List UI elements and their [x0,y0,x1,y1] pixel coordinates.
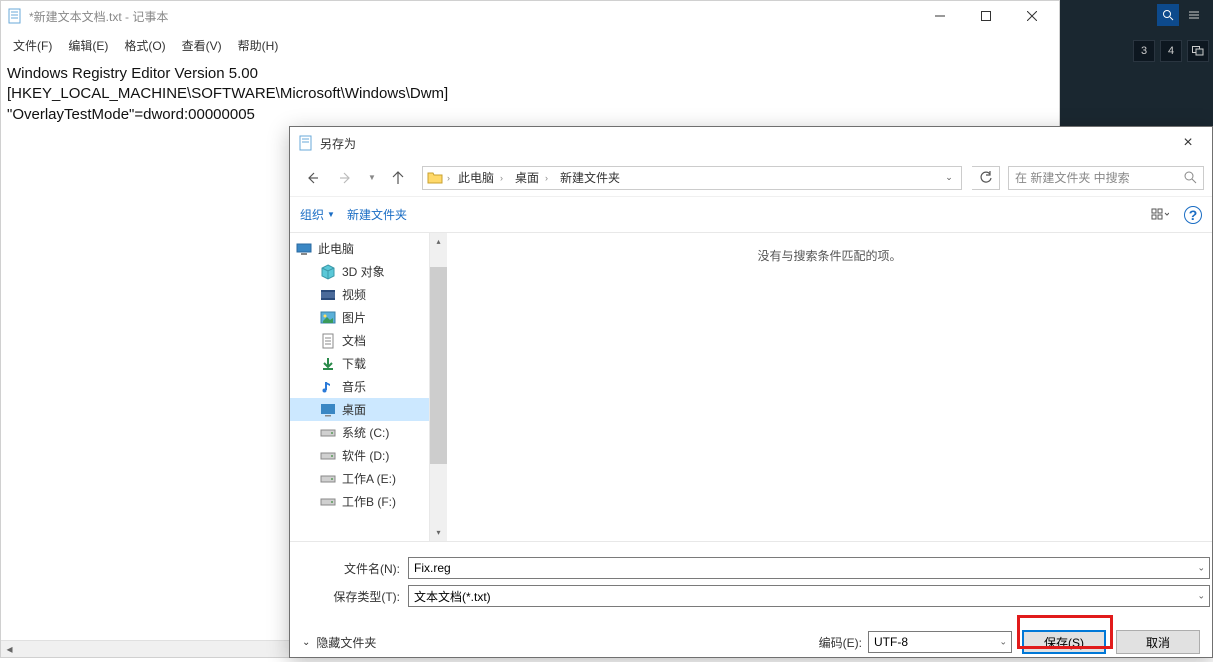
chevron-down-icon: ⌄ [302,637,310,648]
tree-item[interactable]: 工作A (E:) [290,467,429,490]
dialog-title: 另存为 [320,135,1168,152]
breadcrumb[interactable]: 新建文件夹 [554,169,626,186]
pc-icon [296,241,312,257]
encoding-label: 编码(E): [819,634,862,651]
tree-scrollbar[interactable]: ▴ ▾ [430,233,447,541]
encoding-select[interactable]: UTF-8⌄ [868,631,1012,653]
tree-item[interactable]: 软件 (D:) [290,444,429,467]
nav-bar: ▼ › 此电脑› 桌面› 新建文件夹 ⌄ 在 新建文件夹 中搜索 [290,159,1212,197]
cube-icon [320,264,336,280]
notepad-titlebar[interactable]: *新建文本文档.txt - 记事本 [1,1,1059,31]
file-list[interactable]: 没有与搜索条件匹配的项。 [447,233,1212,541]
dialog-body: 此电脑 3D 对象视频图片文档下载音乐桌面系统 (C:)软件 (D:)工作A (… [290,233,1212,541]
desktop-tiles: 3 4 [1129,36,1213,66]
tree-item[interactable]: 音乐 [290,375,429,398]
close-button[interactable] [1009,1,1055,31]
window-controls [917,1,1055,31]
cancel-button[interactable]: 取消 [1116,630,1200,654]
tree-item[interactable]: 视频 [290,283,429,306]
chevron-down-icon[interactable]: ⌄ [1197,563,1205,574]
maximize-button[interactable] [963,1,1009,31]
tree-item[interactable]: 图片 [290,306,429,329]
menu-format[interactable]: 格式(O) [116,33,173,58]
video-icon [320,287,336,303]
tree-item[interactable]: 工作B (F:) [290,490,429,513]
tree-item[interactable]: 系统 (C:) [290,421,429,444]
notepad-content[interactable]: Windows Registry Editor Version 5.00 [HK… [1,60,1059,129]
notepad-title: *新建文本文档.txt - 记事本 [29,8,917,25]
menu-file[interactable]: 文件(F) [5,33,60,58]
dark-panel: 3 4 [1060,0,1213,128]
refresh-button[interactable] [972,166,1000,190]
desktop-tile[interactable]: 3 [1133,40,1155,62]
breadcrumb[interactable]: 桌面› [509,169,554,186]
save-button[interactable]: 保存(S) [1022,630,1106,654]
minimize-button[interactable] [917,1,963,31]
drive-icon [320,471,336,487]
new-folder-button[interactable]: 新建文件夹 [347,206,407,223]
desktop-tile[interactable]: 4 [1160,40,1182,62]
back-button[interactable] [298,164,326,192]
notepad-icon [7,8,23,24]
music-icon [320,379,336,395]
forward-button[interactable] [332,164,360,192]
tree-root[interactable]: 此电脑 [290,237,429,260]
chevron-down-icon[interactable]: ⌄ [939,172,959,183]
scroll-thumb[interactable] [430,267,447,464]
chevron-down-icon[interactable]: ⌄ [1197,591,1205,602]
search-placeholder: 在 新建文件夹 中搜索 [1015,169,1178,186]
menu-edit[interactable]: 编辑(E) [60,33,116,58]
close-icon[interactable]: × [1168,129,1208,157]
menu-bar: 文件(F) 编辑(E) 格式(O) 查看(V) 帮助(H) [1,31,1059,60]
drive-icon [320,494,336,510]
drive-icon [320,448,336,464]
drive-icon [320,425,336,441]
tree-item[interactable]: 文档 [290,329,429,352]
folder-icon [425,168,445,188]
tree-item[interactable]: 桌面 [290,398,429,421]
desktop-icon [320,402,336,418]
tree-item[interactable]: 下载 [290,352,429,375]
search-icon [1184,171,1197,184]
desktop-tile-icon[interactable] [1187,40,1209,62]
menu-view[interactable]: 查看(V) [174,33,230,58]
dialog-footer: ⌄ 隐藏文件夹 编码(E): UTF-8⌄ 保存(S) 取消 [290,610,1212,662]
hide-folders-toggle[interactable]: ⌄ 隐藏文件夹 [302,634,376,651]
dialog-bottom: 文件名(N): Fix.reg⌄ 保存类型(T): 文本文档(*.txt)⌄ ⌄… [290,541,1212,662]
filetype-label: 保存类型(T): [290,588,408,605]
doc-icon [320,333,336,349]
toolbar: 组织▼ 新建文件夹 ? [290,197,1212,233]
menu-help[interactable]: 帮助(H) [230,33,287,58]
tree-item[interactable]: 3D 对象 [290,260,429,283]
filename-label: 文件名(N): [290,560,408,577]
saveas-dialog: 另存为 × ▼ › 此电脑› 桌面› 新建文件夹 ⌄ 在 新建文件夹 中搜索 组… [289,126,1213,658]
breadcrumb[interactable]: 此电脑› [452,169,509,186]
image-icon [320,310,336,326]
address-bar[interactable]: › 此电脑› 桌面› 新建文件夹 ⌄ [422,166,962,190]
search-icon[interactable] [1157,4,1179,26]
search-input[interactable]: 在 新建文件夹 中搜索 [1008,166,1204,190]
organize-menu[interactable]: 组织▼ [300,206,335,223]
chevron-down-icon[interactable]: ⌄ [999,637,1007,648]
download-icon [320,356,336,372]
scroll-down-icon[interactable]: ▾ [430,524,447,541]
view-options[interactable] [1148,203,1172,227]
recent-dropdown[interactable]: ▼ [366,164,378,192]
scroll-up-icon[interactable]: ▴ [430,233,447,250]
menu-icon[interactable] [1183,4,1205,26]
filename-input[interactable]: Fix.reg⌄ [408,557,1210,579]
filetype-select[interactable]: 文本文档(*.txt)⌄ [408,585,1210,607]
dialog-titlebar[interactable]: 另存为 × [290,127,1212,159]
nav-tree[interactable]: 此电脑 3D 对象视频图片文档下载音乐桌面系统 (C:)软件 (D:)工作A (… [290,233,430,541]
notepad-icon [298,135,314,151]
help-icon[interactable]: ? [1184,206,1202,224]
empty-message: 没有与搜索条件匹配的项。 [757,247,901,264]
scroll-left-icon[interactable]: ◂ [1,641,18,658]
up-button[interactable] [384,164,412,192]
